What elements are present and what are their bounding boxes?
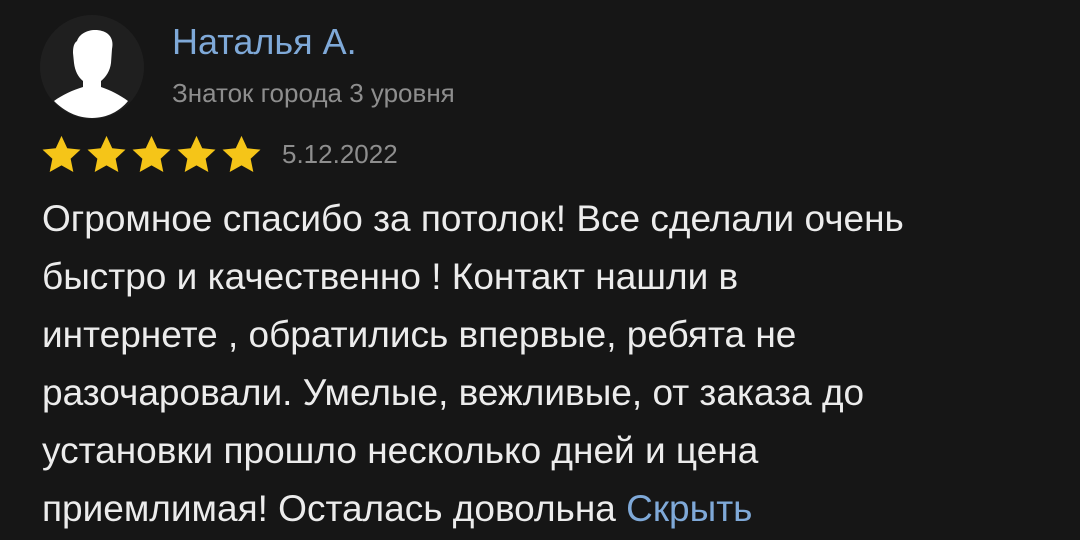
review-text-line: разочаровали. Умелые, вежливые, от заказ… — [42, 372, 865, 413]
star-icon — [220, 133, 263, 176]
star-icon — [175, 133, 218, 176]
star-icon — [85, 133, 128, 176]
review-text-line: установки прошло несколько дней и цена — [42, 430, 759, 471]
hide-review-link[interactable]: Скрыть — [626, 488, 752, 529]
star-icon — [40, 133, 83, 176]
review-text-line: интернете , обратились впервые, ребята н… — [42, 314, 797, 355]
rating-stars — [40, 132, 263, 176]
author-name[interactable]: Наталья А. — [172, 20, 357, 64]
user-silhouette-icon — [40, 15, 144, 119]
author-level: Знаток города 3 уровня — [172, 78, 455, 108]
review-card: Наталья А. Знаток города 3 уровня 5.12.2… — [0, 0, 1080, 540]
review-text-last-line: приемлимая! Осталась довольна Скрыть — [42, 480, 1052, 538]
review-text: Огромное спасибо за потолок! Все сделали… — [42, 190, 1052, 538]
review-text-line: приемлимая! Осталась довольна — [42, 488, 616, 529]
review-text-line: быстро и качественно ! Контакт нашли в — [42, 256, 739, 297]
avatar[interactable] — [40, 15, 144, 119]
review-text-line: Огромное спасибо за потолок! Все сделали… — [42, 198, 904, 239]
star-icon — [130, 133, 173, 176]
review-date: 5.12.2022 — [282, 139, 398, 169]
